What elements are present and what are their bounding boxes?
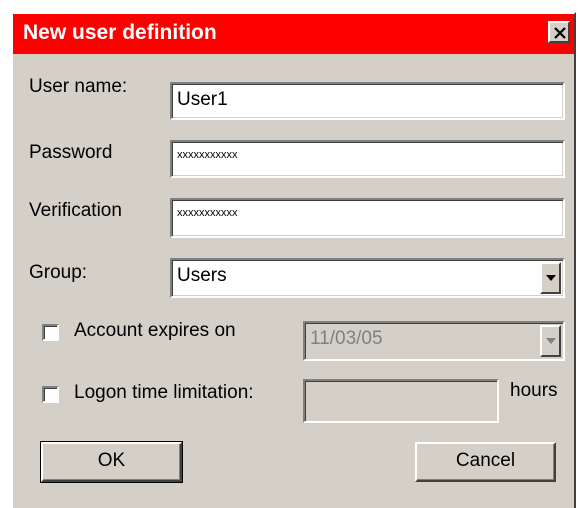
- username-label: User name:: [29, 76, 128, 97]
- account-expires-date-select[interactable]: 11/03/05: [303, 321, 565, 361]
- hours-label: hours: [510, 380, 558, 401]
- group-selected-value: Users: [177, 265, 227, 286]
- verification-input[interactable]: xxxxxxxxxxx: [170, 198, 565, 238]
- password-label: Password: [29, 142, 113, 163]
- logon-time-input[interactable]: [303, 379, 499, 423]
- password-input[interactable]: xxxxxxxxxxx: [170, 140, 565, 178]
- close-button[interactable]: [548, 21, 570, 43]
- chevron-down-icon: [546, 275, 556, 281]
- verification-label: Verification: [29, 200, 122, 221]
- username-input[interactable]: User1: [170, 82, 565, 120]
- chevron-down-icon: [546, 338, 556, 344]
- title-bar: New user definition: [13, 14, 574, 54]
- group-label: Group:: [29, 262, 88, 283]
- ok-button[interactable]: OK: [40, 441, 183, 483]
- account-expires-checkbox[interactable]: [42, 324, 59, 341]
- cancel-button[interactable]: Cancel: [415, 442, 556, 482]
- account-expires-date-value: 11/03/05: [310, 328, 383, 349]
- logon-time-label: Logon time limitation:: [74, 382, 254, 403]
- account-expires-label: Account expires on: [74, 320, 236, 341]
- dialog-title: New user definition: [23, 21, 217, 44]
- close-icon: [554, 27, 566, 39]
- group-select[interactable]: Users: [170, 258, 565, 298]
- logon-time-checkbox[interactable]: [42, 386, 59, 403]
- group-dropdown-button[interactable]: [540, 262, 561, 294]
- account-expires-dropdown-button[interactable]: [540, 325, 561, 357]
- new-user-dialog: New user definition User name: User1 Pas…: [11, 12, 576, 508]
